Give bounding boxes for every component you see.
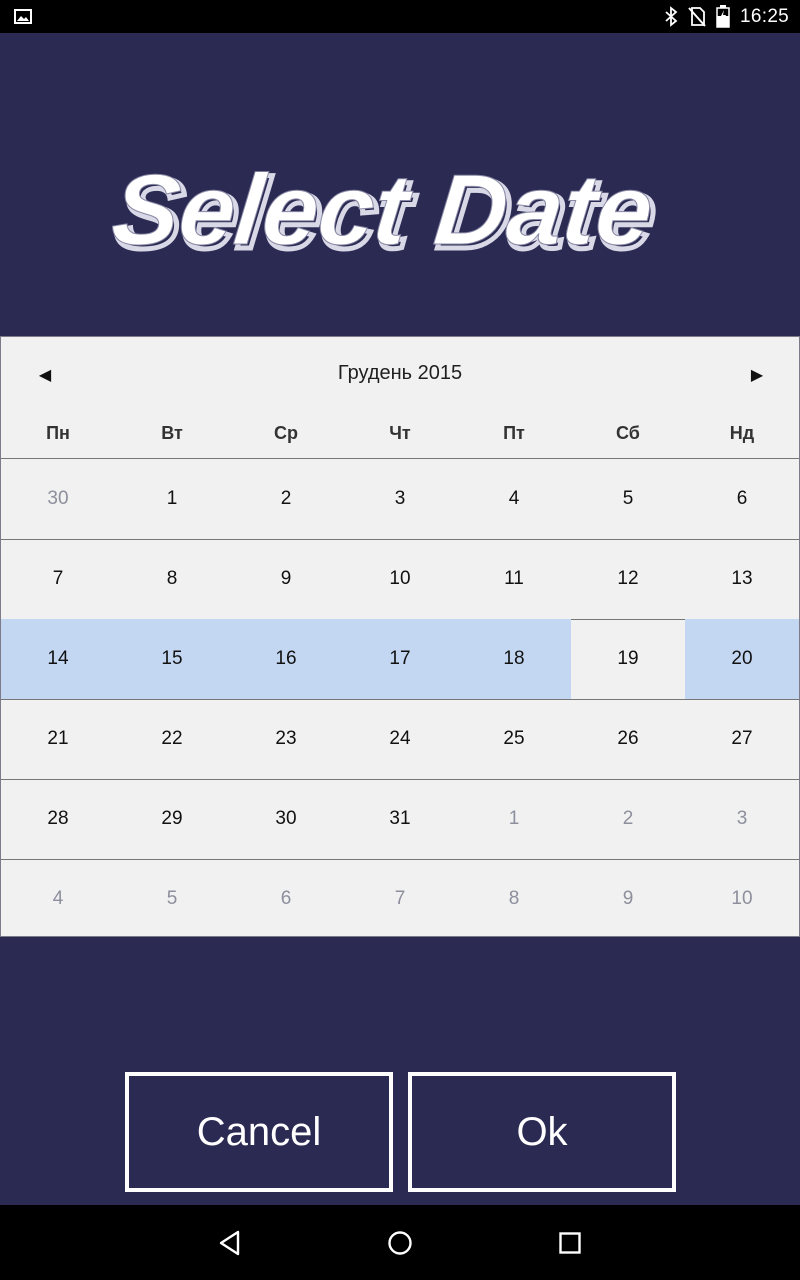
svg-text:Select Date: Select Date (107, 154, 658, 266)
calendar-day-selected[interactable]: 18 (457, 619, 571, 699)
calendar-day[interactable]: 1 (115, 459, 229, 539)
calendar-week-row: 4 5 6 7 8 9 10 (1, 859, 799, 939)
calendar-day-selected[interactable]: 17 (343, 619, 457, 699)
calendar-day-selected[interactable]: 15 (115, 619, 229, 699)
recents-icon[interactable] (556, 1229, 584, 1257)
calendar-day-other-month[interactable]: 30 (1, 459, 115, 539)
calendar-day[interactable]: 13 (685, 539, 799, 619)
calendar-day[interactable]: 25 (457, 699, 571, 779)
calendar-day-other-month[interactable]: 5 (115, 859, 229, 939)
status-bar: 16:25 (0, 0, 800, 33)
calendar-day-other-month[interactable]: 6 (229, 859, 343, 939)
home-icon[interactable] (386, 1229, 414, 1257)
bluetooth-icon (665, 6, 678, 27)
action-buttons: Cancel Ok (0, 1072, 800, 1192)
calendar-day-other-month[interactable]: 4 (1, 859, 115, 939)
weekday-label: Пт (503, 423, 525, 443)
weekday-label: Вт (161, 423, 183, 443)
page-title: Select Date Select Date (107, 154, 664, 270)
calendar-day[interactable]: 9 (229, 539, 343, 619)
calendar-day[interactable]: 31 (343, 779, 457, 859)
calendar-day[interactable]: 30 (229, 779, 343, 859)
calendar-day[interactable]: 24 (343, 699, 457, 779)
no-sim-icon (688, 7, 706, 27)
calendar-day[interactable]: 23 (229, 699, 343, 779)
next-month-button[interactable]: ▶ (737, 357, 777, 393)
weekday-label: Нд (729, 423, 755, 443)
ok-button[interactable]: Ok (408, 1072, 676, 1192)
calendar-day-other-month[interactable]: 1 (457, 779, 571, 859)
calendar-day-other-month[interactable]: 10 (685, 859, 799, 939)
calendar-day[interactable]: 3 (343, 459, 457, 539)
month-label: Грудень 2015 (337, 362, 463, 384)
calendar-day-selected[interactable]: 16 (229, 619, 343, 699)
month-header: ◀ Грудень 2015 ▶ (1, 337, 799, 409)
calendar-day[interactable]: 8 (115, 539, 229, 619)
image-icon (14, 9, 32, 24)
calendar-week-row: 21 22 23 24 25 26 27 (1, 699, 799, 780)
back-icon[interactable] (216, 1229, 244, 1257)
calendar-day[interactable]: 27 (685, 699, 799, 779)
weekday-header: Пн Вт Ср Чт Пт Сб Нд (1, 409, 799, 459)
calendar-week-row: 28 29 30 31 1 2 3 (1, 779, 799, 860)
calendar-day[interactable]: 22 (115, 699, 229, 779)
calendar-day-other-month[interactable]: 9 (571, 859, 685, 939)
calendar-day[interactable]: 11 (457, 539, 571, 619)
weekday-label: Пн (46, 423, 70, 443)
calendar-day-other-month[interactable]: 2 (571, 779, 685, 859)
calendar-day-other-month[interactable]: 3 (685, 779, 799, 859)
calendar-day[interactable]: 21 (1, 699, 115, 779)
battery-charging-icon (716, 5, 730, 28)
calendar-day[interactable]: 12 (571, 539, 685, 619)
calendar-week-row: 7 8 9 10 11 12 13 (1, 539, 799, 620)
navigation-bar (0, 1205, 800, 1280)
calendar-day-other-month[interactable]: 8 (457, 859, 571, 939)
status-time: 16:25 (740, 6, 790, 27)
cancel-button[interactable]: Cancel (125, 1072, 393, 1192)
calendar-day[interactable]: 26 (571, 699, 685, 779)
weekday-label: Чт (389, 423, 411, 443)
calendar-day[interactable]: 19 (571, 619, 685, 699)
calendar-day[interactable]: 4 (457, 459, 571, 539)
weekday-label: Ср (274, 423, 298, 443)
calendar-day[interactable]: 6 (685, 459, 799, 539)
calendar-day[interactable]: 10 (343, 539, 457, 619)
calendar-week-row: 30 1 2 3 4 5 6 (1, 459, 799, 540)
calendar-day-other-month[interactable]: 7 (343, 859, 457, 939)
calendar-day[interactable]: 2 (229, 459, 343, 539)
weekday-label: Сб (616, 423, 640, 443)
calendar: ◀ Грудень 2015 ▶ Пн Вт Ср Чт Пт Сб Нд 30 1 2 3 4 5 6… (0, 336, 800, 937)
calendar-day-selected[interactable]: 20 (685, 619, 799, 699)
calendar-day[interactable]: 28 (1, 779, 115, 859)
calendar-day[interactable]: 5 (571, 459, 685, 539)
calendar-week-row: 14 15 16 17 18 19 20 (1, 619, 799, 700)
calendar-day[interactable]: 7 (1, 539, 115, 619)
chevron-right-icon: ▶ (750, 367, 764, 384)
calendar-day-selected[interactable]: 14 (1, 619, 115, 699)
calendar-day[interactable]: 29 (115, 779, 229, 859)
